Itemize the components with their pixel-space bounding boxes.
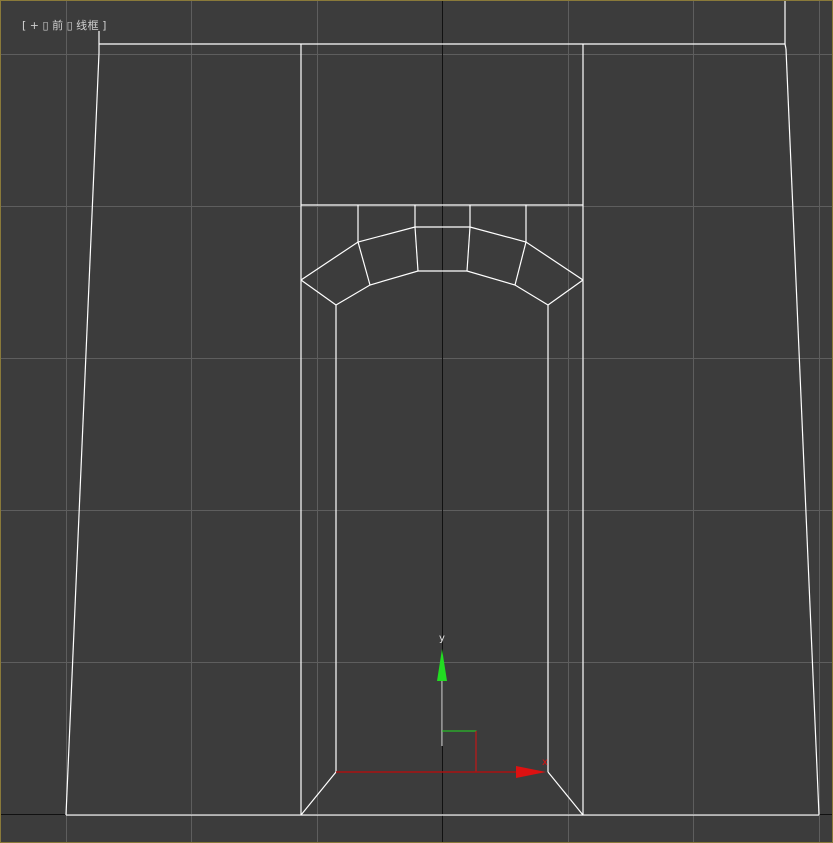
front-viewport[interactable]: [+ ▯ 前 ▯ 线框] y x — [0, 0, 833, 843]
wire-edge — [357, 241, 371, 286]
wire-edge — [414, 226, 419, 272]
gizmo-y-label: y — [439, 633, 445, 644]
viewport-scene[interactable]: y x — [1, 1, 833, 843]
wire-edge — [466, 226, 471, 272]
wire-edge — [300, 279, 337, 306]
wire-edge — [784, 43, 787, 50]
gizmo-y-arrow — [437, 649, 447, 681]
wire-edge — [300, 771, 337, 816]
wire-edge — [514, 241, 527, 286]
wire-edge — [785, 48, 820, 816]
wire-edge — [547, 771, 584, 816]
gizmo-plane-handle — [442, 730, 477, 772]
wire-edge — [65, 52, 100, 816]
grid — [1, 1, 832, 842]
wire-edge — [547, 279, 584, 306]
home-grid-axes — [1, 1, 832, 842]
gizmo-x-label: x — [542, 757, 548, 768]
